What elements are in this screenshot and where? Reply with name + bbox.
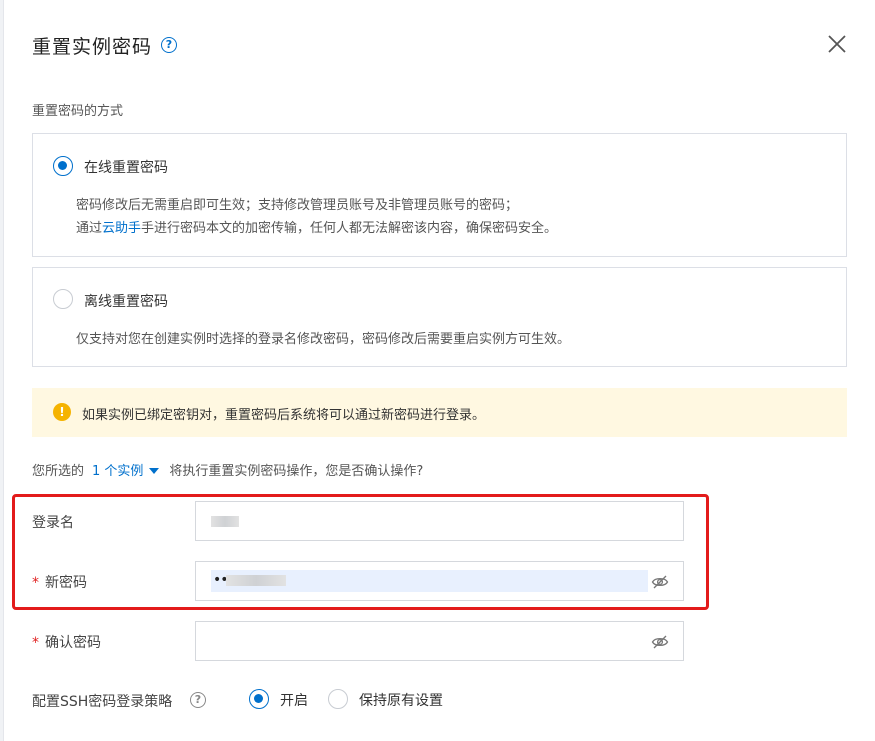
required-mark: *	[32, 575, 39, 591]
login-name-label: 登录名	[32, 515, 74, 531]
confirm-password-label-text: 确认密码	[45, 635, 101, 651]
new-password-input[interactable]: ••	[195, 561, 684, 601]
eye-off-icon[interactable]	[651, 573, 669, 591]
eye-off-icon[interactable]	[651, 633, 669, 651]
cloud-assistant-link[interactable]: 云助手	[102, 221, 141, 236]
new-password-label: * 新密码	[32, 572, 87, 592]
offline-reset-title: 离线重置密码	[84, 294, 168, 310]
login-name-input[interactable]	[195, 501, 684, 541]
offline-reset-option-card[interactable]: 离线重置密码 仅支持对您在创建实例时选择的登录名修改密码，密码修改后需要重启实例…	[32, 267, 847, 367]
warning-text: 如果实例已绑定密钥对，重置密码后系统将可以通过新密码进行登录。	[82, 408, 486, 423]
online-reset-title: 在线重置密码	[84, 160, 168, 176]
ssh-enable-label[interactable]: 开启	[280, 690, 308, 710]
online-reset-option-card[interactable]: 在线重置密码 密码修改后无需重启即可生效；支持修改管理员账号及非管理员账号的密码…	[32, 133, 847, 257]
background-page-edge	[0, 0, 4, 741]
warning-icon: !	[53, 403, 71, 421]
login-name-masked-value	[211, 516, 239, 527]
new-password-label-text: 新密码	[45, 575, 87, 591]
ssh-help-icon[interactable]: ?	[190, 692, 206, 708]
ssh-keep-label[interactable]: 保持原有设置	[359, 690, 443, 710]
reset-method-label: 重置密码的方式	[32, 104, 124, 119]
desc-suffix: 手进行密码本文的加密传输，任何人都无法解密该内容，确保密码安全。	[141, 221, 558, 236]
ssh-keep-radio[interactable]	[328, 689, 348, 709]
offline-reset-radio[interactable]	[53, 289, 73, 309]
password-masked-value	[226, 575, 286, 586]
confirm-suffix: 将执行重置实例密码操作，您是否确认操作?	[169, 464, 424, 479]
selected-instances-link[interactable]: 1 个实例	[92, 464, 143, 479]
required-mark: *	[32, 635, 39, 651]
desc-prefix: 通过	[76, 221, 103, 236]
ssh-policy-label: 配置SSH密码登录策略	[32, 694, 173, 710]
close-icon[interactable]	[826, 33, 848, 55]
confirm-instances-line: 您所选的 1 个实例 将执行重置实例密码操作，您是否确认操作?	[32, 460, 423, 479]
online-reset-desc-line2: 通过云助手手进行密码本文的加密传输，任何人都无法解密该内容，确保密码安全。	[76, 217, 557, 236]
caret-down-icon[interactable]	[149, 468, 160, 474]
dialog-title: 重置实例密码	[32, 36, 153, 58]
confirm-password-input[interactable]	[195, 621, 684, 661]
ssh-enable-radio[interactable]	[249, 689, 269, 709]
help-icon[interactable]: ?	[161, 37, 177, 53]
warning-banner: ! 如果实例已绑定密钥对，重置密码后系统将可以通过新密码进行登录。	[32, 388, 847, 437]
confirm-password-label: * 确认密码	[32, 632, 101, 652]
confirm-prefix: 您所选的	[32, 464, 85, 479]
online-reset-desc-line1: 密码修改后无需重启即可生效；支持修改管理员账号及非管理员账号的密码；	[76, 198, 519, 213]
online-reset-radio[interactable]	[53, 156, 73, 176]
offline-reset-desc: 仅支持对您在创建实例时选择的登录名修改密码，密码修改后需要重启实例方可生效。	[76, 332, 571, 347]
